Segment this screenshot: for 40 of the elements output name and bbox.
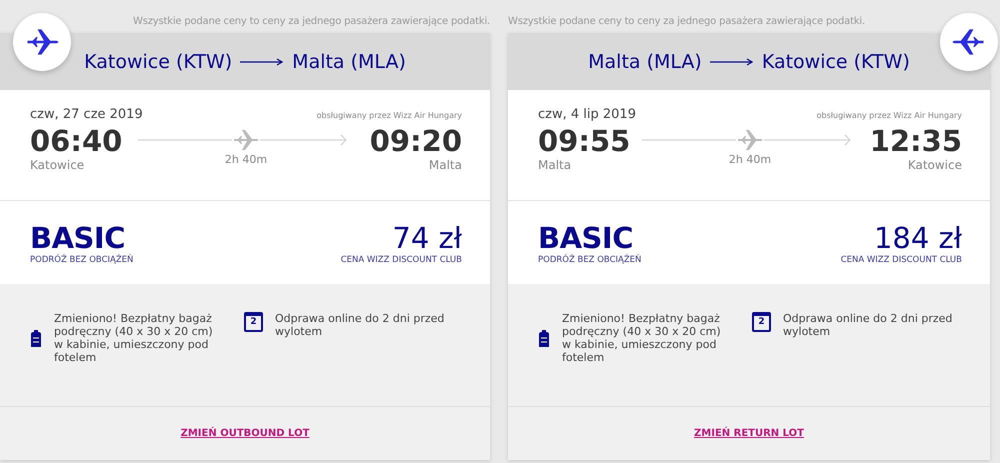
destination-city: Katowice (KTW) <box>762 50 910 72</box>
fare-name: BASIC <box>538 221 634 255</box>
flight-date: czw, 27 cze 2019 <box>30 107 143 122</box>
backpack-icon <box>30 328 42 348</box>
price-label: CENA WIZZ DISCOUNT CLUB <box>340 255 462 265</box>
fare-name: BASIC <box>30 221 126 255</box>
origin-city: Malta (MLA) <box>588 50 702 72</box>
fare-subtitle: PODRÓŻ BEZ OBCIĄŻEŃ <box>30 255 134 265</box>
arrow-icon <box>710 56 754 66</box>
price-label: CENA WIZZ DISCOUNT CLUB <box>840 255 962 265</box>
change-flight-link[interactable]: ZMIEŃ RETURN LOT <box>694 428 804 439</box>
backpack-icon <box>538 328 550 348</box>
calendar-icon: 2 <box>244 312 263 332</box>
flight-duration: 2h 40m <box>224 153 268 166</box>
price: 184 zł <box>872 221 962 255</box>
arrival-time: 12:35 <box>870 124 962 158</box>
arrival-time: 09:20 <box>370 124 462 158</box>
flight-duration: 2h 40m <box>728 153 772 166</box>
feature-text: Zmieniono! Bezpłatny bagaż podręczny (40 x 30 x 20 cm) w kabinie, umieszczony pod fotelem <box>54 312 214 364</box>
price-notice: Wszystkie podane ceny to ceny za jednego pasażera zawierające podatki. <box>508 15 866 29</box>
calendar-icon: 2 <box>752 312 771 332</box>
feature-text: Odprawa online do 2 dni przed wylotem <box>275 312 446 338</box>
arrival-city: Malta <box>428 158 462 172</box>
departure-time: 06:40 <box>30 124 122 158</box>
arrow-icon <box>240 56 284 66</box>
feature-text: Odprawa online do 2 dni przed wylotem <box>783 312 954 338</box>
departure-city: Malta <box>538 158 572 172</box>
fare-subtitle: PODRÓŻ BEZ OBCIĄŻEŃ <box>538 255 642 265</box>
arrival-city: Katowice <box>906 158 962 172</box>
change-flight-link[interactable]: ZMIEŃ OUTBOUND LOT <box>180 428 310 439</box>
origin-city: Katowice (KTW) <box>84 50 232 72</box>
flight-date: czw, 4 lip 2019 <box>538 107 636 122</box>
departure-city: Katowice <box>30 158 86 172</box>
price-notice: Wszystkie podane ceny to ceny za jednego pasażera zawierające podatki. <box>132 15 490 29</box>
price: 74 zł <box>391 221 462 255</box>
feature-text: Zmieniono! Bezpłatny bagaż podręczny (40 x 30 x 20 cm) w kabinie, umieszczony pod fotelem <box>562 312 722 364</box>
destination-city: Malta (MLA) <box>292 50 406 72</box>
operator-text: obsługiwany przez Wizz Air Hungary <box>816 111 962 120</box>
operator-text: obsługiwany przez Wizz Air Hungary <box>316 111 462 120</box>
departure-time: 09:55 <box>538 124 630 158</box>
